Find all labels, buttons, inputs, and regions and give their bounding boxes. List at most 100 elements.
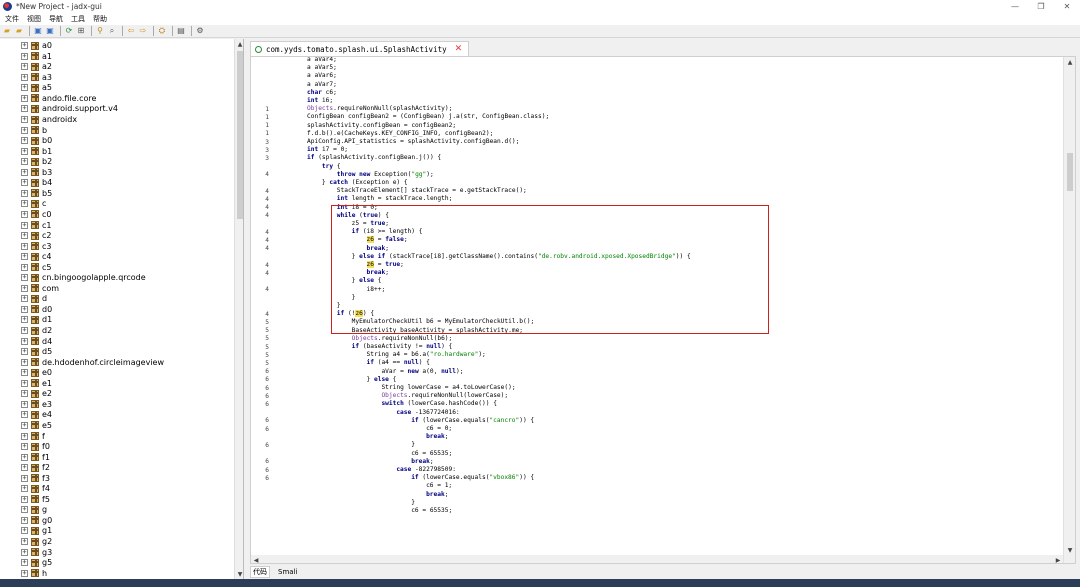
tree-item[interactable]: + de.hdodenhof.circleimageview bbox=[0, 357, 164, 367]
tree-item[interactable]: + d1 bbox=[0, 315, 52, 325]
editor-scroll-thumb[interactable] bbox=[1067, 153, 1073, 191]
tree-item[interactable]: + g bbox=[0, 505, 47, 515]
expand-icon[interactable]: + bbox=[21, 464, 28, 472]
close-button[interactable]: ✕ bbox=[1054, 0, 1080, 13]
tree-item[interactable]: + d4 bbox=[0, 336, 52, 346]
scroll-left-arrow-icon[interactable]: ◀ bbox=[251, 555, 261, 564]
tree-item[interactable]: + a5 bbox=[0, 83, 52, 93]
tree-item[interactable]: + f2 bbox=[0, 463, 50, 473]
expand-icon[interactable]: + bbox=[21, 242, 28, 250]
expand-icon[interactable]: + bbox=[21, 147, 28, 155]
expand-icon[interactable]: + bbox=[21, 348, 28, 356]
save-icon[interactable]: ▣ bbox=[33, 26, 43, 36]
settings-icon[interactable]: ⚙ bbox=[195, 26, 205, 36]
tree-item[interactable]: + g3 bbox=[0, 547, 52, 557]
expand-icon[interactable]: + bbox=[21, 137, 28, 145]
expand-icon[interactable]: + bbox=[21, 400, 28, 408]
tree-item[interactable]: + a0 bbox=[0, 41, 52, 51]
scroll-right-arrow-icon[interactable]: ▶ bbox=[1053, 555, 1063, 564]
tree-item[interactable]: + f5 bbox=[0, 494, 50, 504]
code-editor[interactable]: 111133344444444444455555566666666666 a a… bbox=[250, 56, 1076, 564]
tree-item[interactable]: + c0 bbox=[0, 209, 52, 219]
menu-view[interactable]: 视图 bbox=[27, 14, 41, 24]
tree-item[interactable]: + b bbox=[0, 125, 47, 135]
tree-item[interactable]: + b3 bbox=[0, 167, 52, 177]
tree-item[interactable]: + android.support.v4 bbox=[0, 104, 118, 114]
tree-item[interactable]: + e1 bbox=[0, 378, 52, 388]
open-icon[interactable]: ▰ bbox=[2, 26, 12, 36]
tree-item[interactable]: + a3 bbox=[0, 72, 52, 82]
expand-icon[interactable]: + bbox=[21, 569, 28, 577]
editor-horizontal-scrollbar[interactable]: ◀ ▶ bbox=[251, 555, 1063, 564]
tree-item[interactable]: + b1 bbox=[0, 146, 52, 156]
expand-icon[interactable]: + bbox=[21, 295, 28, 303]
expand-icon[interactable]: + bbox=[21, 421, 28, 429]
tree-item[interactable]: + d5 bbox=[0, 346, 52, 356]
scroll-up-arrow-icon[interactable]: ▲ bbox=[1065, 57, 1075, 67]
tree-item[interactable]: + b5 bbox=[0, 188, 52, 198]
expand-icon[interactable]: + bbox=[21, 516, 28, 524]
expand-icon[interactable]: + bbox=[21, 548, 28, 556]
menu-help[interactable]: 帮助 bbox=[93, 14, 107, 24]
expand-icon[interactable]: + bbox=[21, 105, 28, 113]
log-icon[interactable]: ▤ bbox=[176, 26, 186, 36]
expand-icon[interactable]: + bbox=[21, 189, 28, 197]
tree-item[interactable]: + e4 bbox=[0, 410, 52, 420]
tree-item[interactable]: + g2 bbox=[0, 536, 52, 546]
deobf-icon[interactable]: ⛭ bbox=[157, 26, 167, 36]
tree-item[interactable]: + b2 bbox=[0, 157, 52, 167]
tree-item[interactable]: + g5 bbox=[0, 557, 52, 567]
expand-icon[interactable]: + bbox=[21, 284, 28, 292]
tree-item[interactable]: + b0 bbox=[0, 135, 52, 145]
tree-item[interactable]: + d bbox=[0, 294, 47, 304]
tree-item[interactable]: + f4 bbox=[0, 484, 50, 494]
expand-icon[interactable]: + bbox=[21, 232, 28, 240]
expand-icon[interactable]: + bbox=[21, 443, 28, 451]
expand-icon[interactable]: + bbox=[21, 126, 28, 134]
tree-item[interactable]: + d2 bbox=[0, 325, 52, 335]
expand-icon[interactable]: + bbox=[21, 337, 28, 345]
expand-icon[interactable]: + bbox=[21, 42, 28, 50]
sync-icon[interactable]: ⟳ bbox=[64, 26, 74, 36]
expand-icon[interactable]: + bbox=[21, 263, 28, 271]
expand-icon[interactable]: + bbox=[21, 94, 28, 102]
search-icon[interactable]: ⚲ bbox=[95, 26, 105, 36]
expand-icon[interactable]: + bbox=[21, 253, 28, 261]
menu-navigation[interactable]: 导航 bbox=[49, 14, 63, 24]
scroll-down-arrow-icon[interactable]: ▼ bbox=[235, 569, 243, 579]
expand-icon[interactable]: + bbox=[21, 274, 28, 282]
tree-item[interactable]: + c5 bbox=[0, 262, 52, 272]
tree-item[interactable]: + e3 bbox=[0, 399, 52, 409]
expand-icon[interactable]: + bbox=[21, 179, 28, 187]
expand-icon[interactable]: + bbox=[21, 495, 28, 503]
expand-icon[interactable]: + bbox=[21, 158, 28, 166]
expand-icon[interactable]: + bbox=[21, 506, 28, 514]
expand-icon[interactable]: + bbox=[21, 432, 28, 440]
tab-close-icon[interactable]: ✕ bbox=[455, 44, 463, 54]
tree-item[interactable]: + f0 bbox=[0, 441, 50, 451]
expand-icon[interactable]: + bbox=[21, 84, 28, 92]
tree-item[interactable]: + c2 bbox=[0, 230, 52, 240]
forward-icon[interactable]: ⇨ bbox=[138, 26, 148, 36]
expand-icon[interactable]: + bbox=[21, 538, 28, 546]
expand-icon[interactable]: + bbox=[21, 305, 28, 313]
tab-code[interactable]: 代码 bbox=[250, 566, 270, 578]
tree-item[interactable]: + e5 bbox=[0, 420, 52, 430]
scroll-down-arrow-icon[interactable]: ▼ bbox=[1065, 545, 1075, 555]
expand-icon[interactable]: + bbox=[21, 379, 28, 387]
expand-icon[interactable]: + bbox=[21, 52, 28, 60]
tree-scroll-thumb[interactable] bbox=[237, 51, 243, 219]
expand-icon[interactable]: + bbox=[21, 527, 28, 535]
tree-item[interactable]: + c1 bbox=[0, 220, 52, 230]
tree-item[interactable]: + a2 bbox=[0, 62, 52, 72]
tree-item[interactable]: + f3 bbox=[0, 473, 50, 483]
expand-icon[interactable]: + bbox=[21, 63, 28, 71]
tree-item[interactable]: + d0 bbox=[0, 304, 52, 314]
expand-icon[interactable]: + bbox=[21, 200, 28, 208]
tree-item[interactable]: + f bbox=[0, 431, 45, 441]
tree-item[interactable]: + g1 bbox=[0, 526, 52, 536]
editor-vertical-scrollbar[interactable]: ▲ ▼ bbox=[1063, 57, 1075, 563]
menu-tools[interactable]: 工具 bbox=[71, 14, 85, 24]
expand-icon[interactable]: + bbox=[21, 453, 28, 461]
menu-file[interactable]: 文件 bbox=[5, 14, 19, 24]
